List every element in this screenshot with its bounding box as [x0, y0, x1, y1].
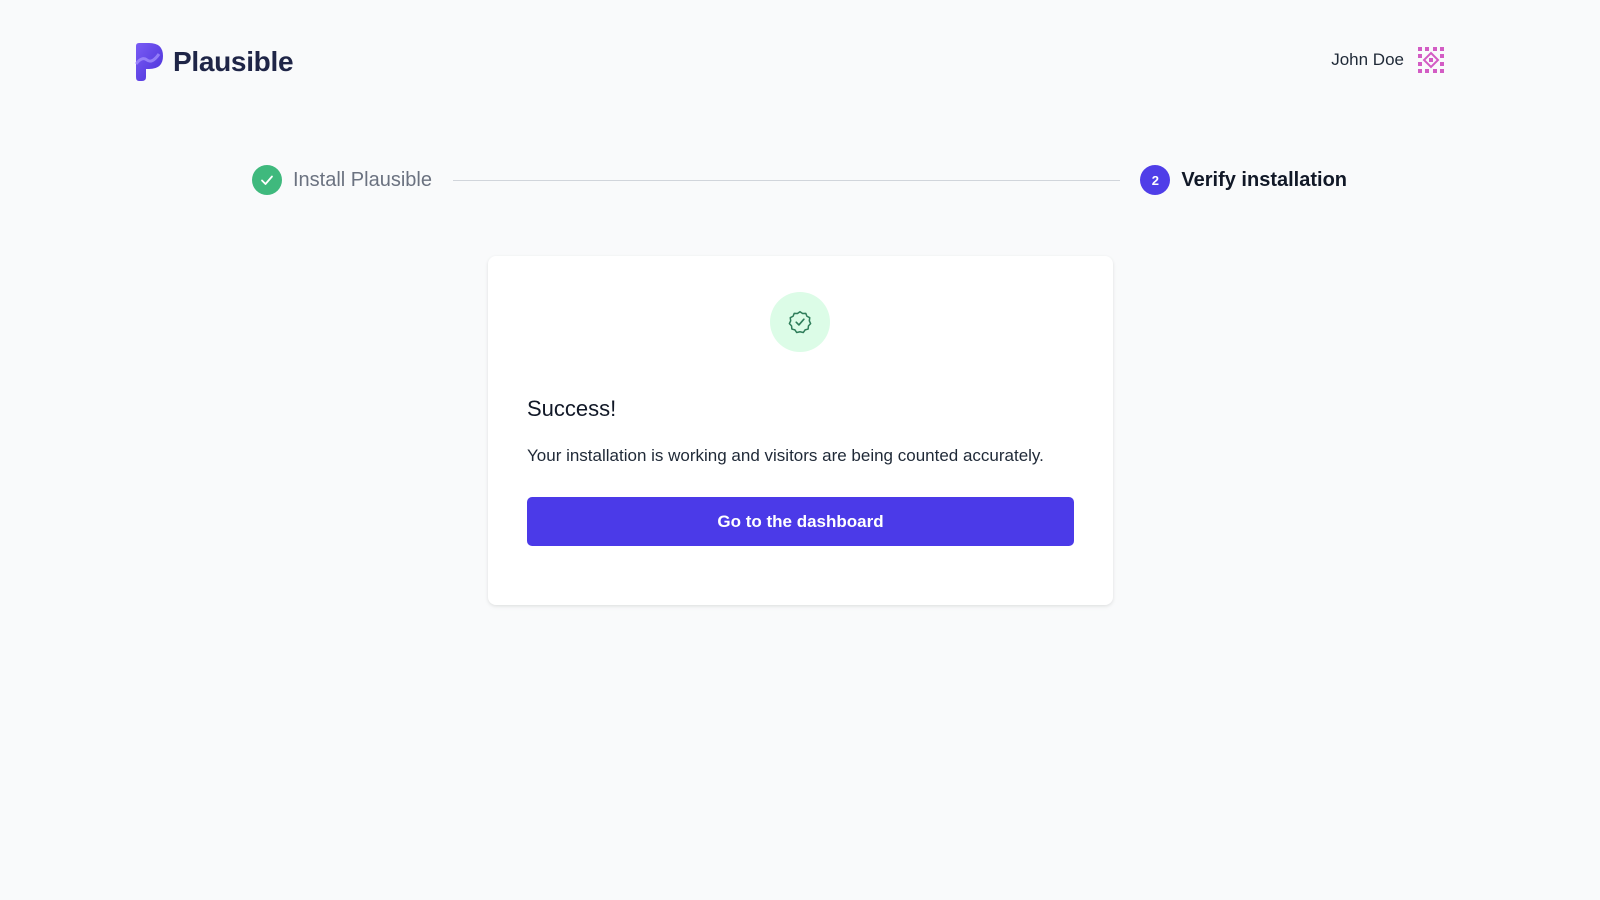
user-name: John Doe [1331, 50, 1404, 69]
badge-check-icon [788, 310, 812, 334]
plausible-logo[interactable]: Plausible [134, 42, 294, 82]
step-verify-label: Verify installation [1181, 168, 1347, 191]
brand-name: Plausible [173, 46, 294, 77]
plausible-p-logo-icon [134, 43, 163, 81]
step-install: Install Plausible [252, 165, 432, 195]
step-install-label: Install Plausible [293, 168, 432, 191]
success-badge [770, 292, 830, 352]
go-to-dashboard-button[interactable]: Go to the dashboard [527, 497, 1074, 546]
step-number: 2 [1140, 165, 1171, 195]
pattern-avatar-icon [1418, 47, 1444, 73]
success-card: Success! Your installation is working an… [488, 256, 1113, 605]
card-title: Success! [527, 396, 617, 421]
user-menu[interactable]: John Doe [1331, 44, 1447, 76]
check-icon [252, 165, 282, 195]
card-message: Your installation is working and visitor… [527, 446, 1044, 465]
step-connector [452, 179, 1121, 181]
step-verify: 2 Verify installation [1140, 165, 1347, 195]
top-header: Plausible John Doe [0, 0, 1600, 125]
setup-stepper: Install Plausible 2 Verify installation [252, 163, 1347, 197]
